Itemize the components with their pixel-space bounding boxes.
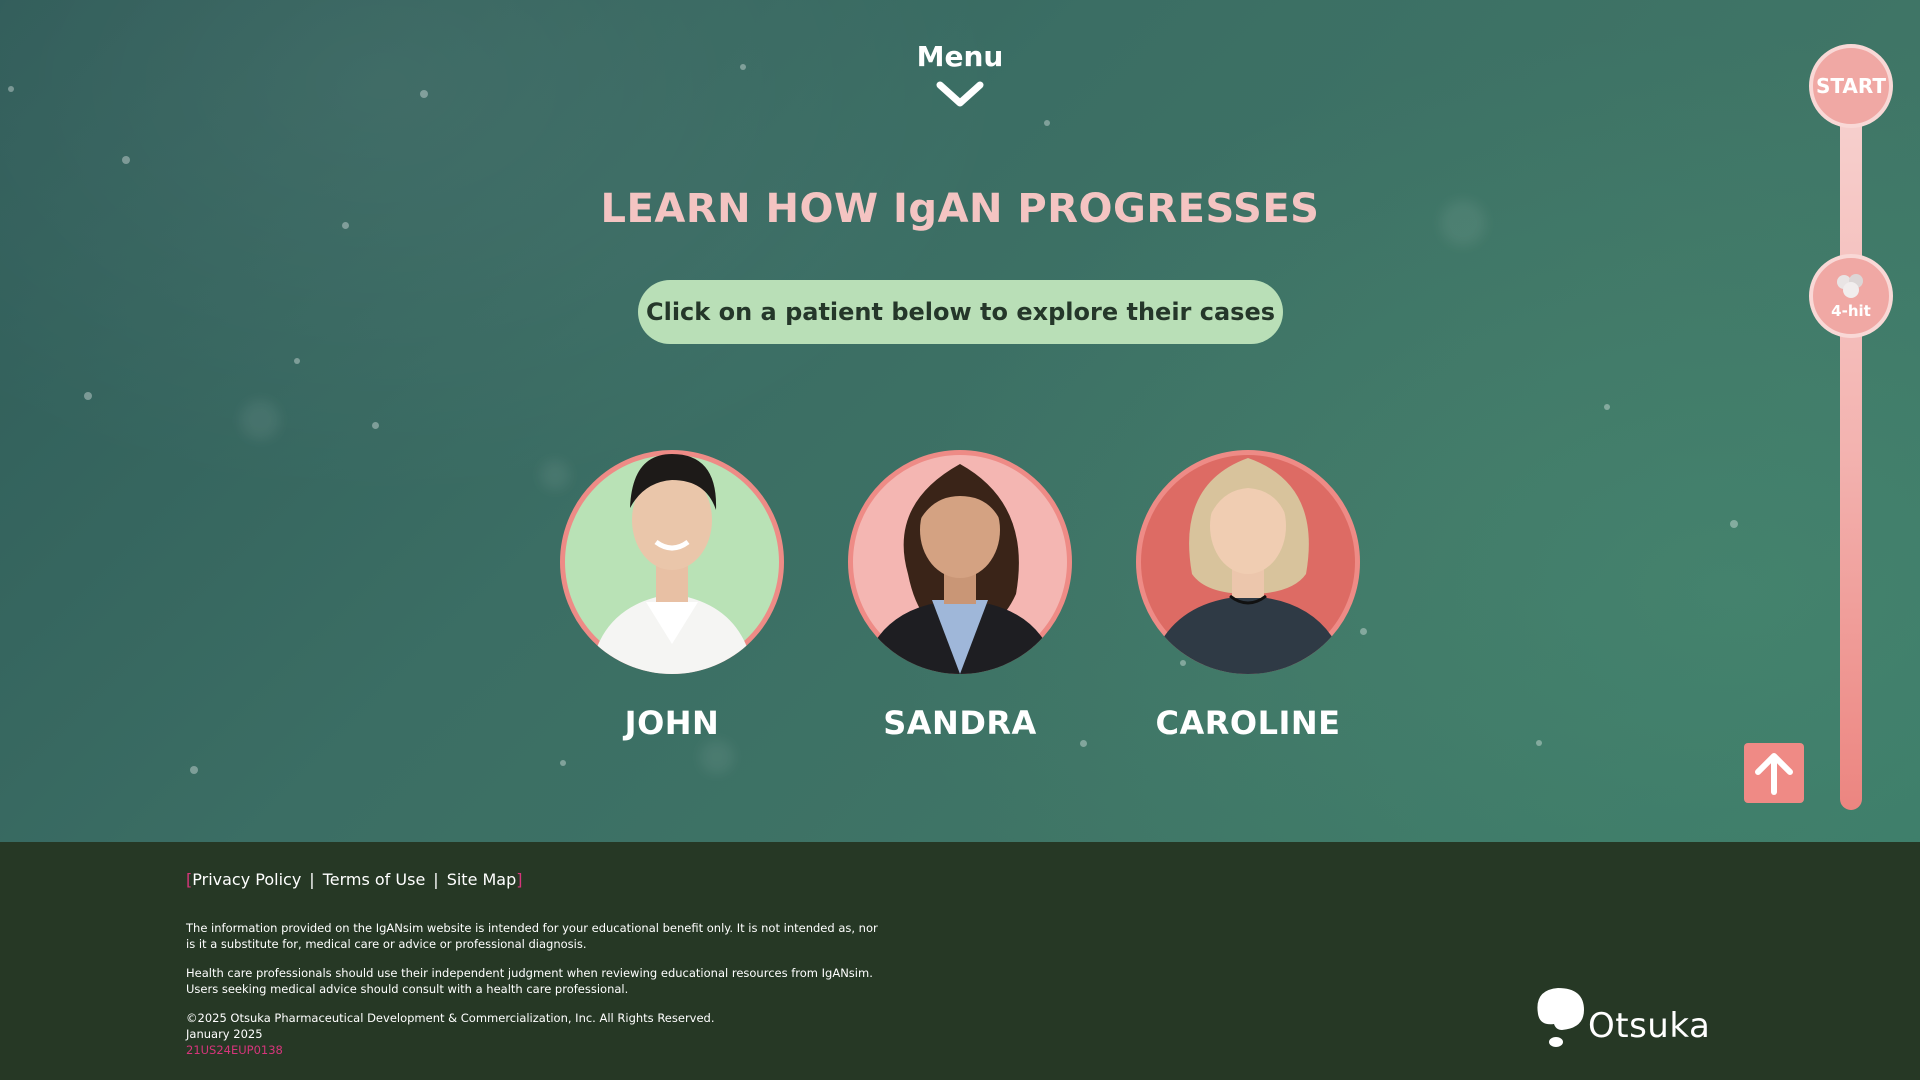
particle [700, 740, 734, 774]
patient-name: CAROLINE [1155, 704, 1341, 742]
rail-stop-4-hit[interactable]: 4-hit [1809, 254, 1893, 338]
menu-toggle[interactable]: Menu [900, 40, 1020, 130]
site-map-link[interactable]: Site Map [447, 870, 517, 889]
person-portrait [590, 454, 754, 674]
particle [8, 86, 14, 92]
separator: | [433, 870, 439, 889]
particle [240, 400, 280, 440]
document-code: 21US24EUP0138 [186, 1043, 283, 1057]
rail-stop-label: START [1815, 74, 1887, 98]
particle [1604, 404, 1610, 410]
particle [122, 156, 130, 164]
disclaimer-education: The information provided on the IgANsim … [186, 921, 878, 951]
terms-of-use-link[interactable]: Terms of Use [323, 870, 426, 889]
particle [372, 422, 379, 429]
footer: [Privacy Policy | Terms of Use | Site Map] T… [0, 842, 1920, 1080]
progress-rail [1840, 86, 1862, 810]
patient-photo[interactable] [848, 424, 1072, 674]
copyright-text: ©2025 Otsuka Pharmaceutical Development … [186, 1011, 715, 1025]
rail-stop-start[interactable]: START [1809, 44, 1893, 128]
particle [294, 358, 300, 364]
hero-section: Menu LEARN HOW IgAN PROGRESSES Click on … [0, 0, 1920, 842]
privacy-policy-link[interactable]: Privacy Policy [192, 870, 301, 889]
molecule-icon [1837, 274, 1863, 298]
otsuka-logo: Otsuka [1532, 984, 1710, 1050]
instruction-text: Click on a patient below to explore thei… [645, 298, 1275, 326]
disclaimer-professional: Health care professionals should use the… [186, 966, 873, 996]
particle [1044, 120, 1050, 126]
logo-wordmark: Otsuka [1588, 1006, 1711, 1046]
particle [1080, 740, 1087, 747]
back-to-top-button[interactable] [1744, 743, 1804, 803]
patient-card-caroline[interactable]: CAROLINE [1128, 424, 1368, 742]
patient-photo[interactable] [1136, 424, 1360, 674]
footer-links: [Privacy Policy | Terms of Use | Site Map] [186, 870, 523, 889]
particle [420, 90, 428, 98]
particle [84, 392, 92, 400]
patient-name: SANDRA [883, 704, 1037, 742]
date-text: January 2025 [186, 1027, 263, 1041]
patient-card-sandra[interactable]: SANDRA [840, 424, 1080, 742]
instruction-banner: Click on a patient below to explore thei… [638, 280, 1283, 344]
person-portrait [862, 464, 1058, 674]
particle [190, 766, 198, 774]
rail-stop-label: 4-hit [1831, 302, 1871, 320]
bracket-decoration: ] [516, 870, 523, 889]
patient-card-john[interactable]: JOHN [552, 424, 792, 742]
particle [560, 760, 566, 766]
person-portrait [1148, 458, 1348, 674]
particle [740, 64, 746, 70]
page-title: LEARN HOW IgAN PROGRESSES [600, 186, 1320, 232]
patient-photo[interactable] [560, 424, 784, 674]
arrow-up-icon [1755, 753, 1793, 795]
legal-block: ©2025 Otsuka Pharmaceutical Development … [186, 1010, 886, 1058]
separator: | [309, 870, 315, 889]
particle [1730, 520, 1738, 528]
menu-label: Menu [916, 40, 1004, 73]
chevron-down-icon [936, 81, 984, 107]
patient-name: JOHN [624, 704, 720, 742]
particle [1536, 740, 1542, 746]
otsuka-logo-icon [1537, 988, 1584, 1047]
